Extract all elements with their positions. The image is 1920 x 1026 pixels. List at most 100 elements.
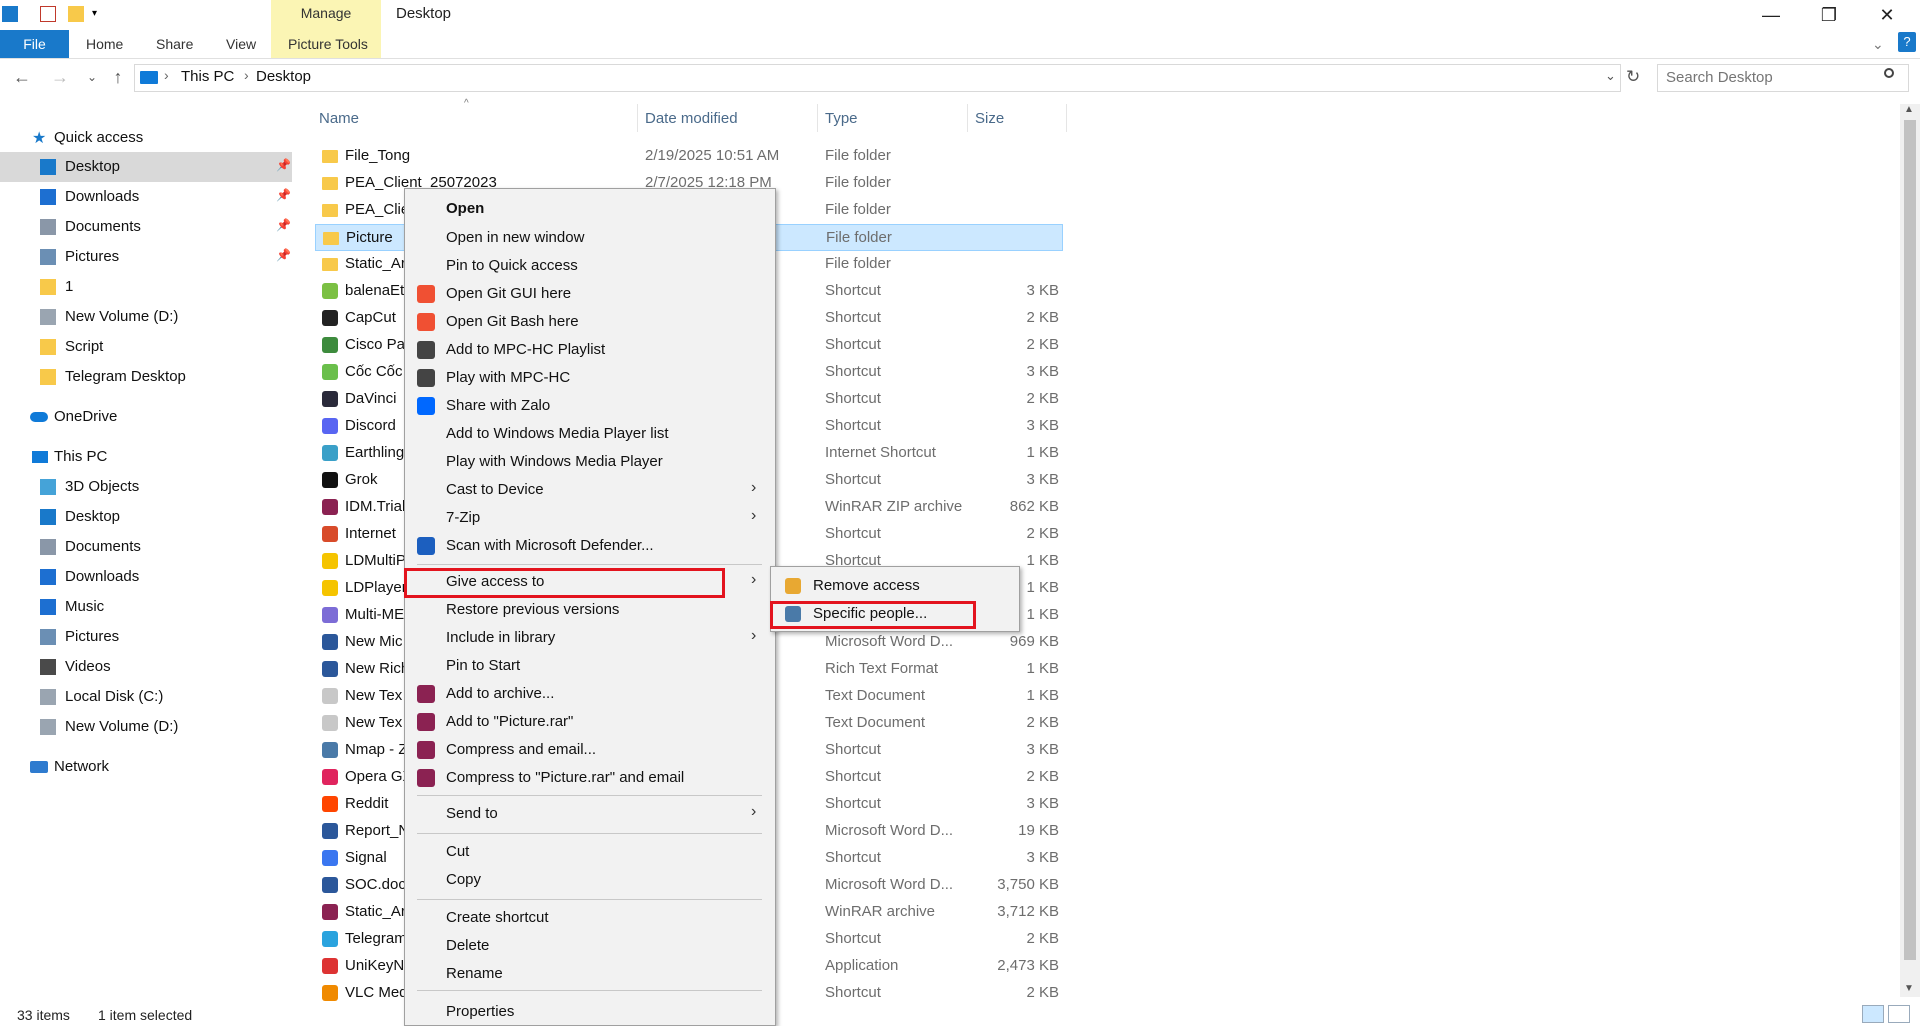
tab-home[interactable]: Home [86,30,123,58]
menu-item-label: Pin to Quick access [446,257,578,274]
maximize-button[interactable]: ❐ [1800,0,1858,30]
menu-item-scan-with-microsoft-defender[interactable]: Scan with Microsoft Defender... [405,532,775,560]
recent-locations-icon[interactable]: ⌄ [80,66,104,90]
menu-item-label: Scan with Microsoft Defender... [446,537,654,554]
nav-item-videos[interactable]: Videos [0,652,292,682]
nav-onedrive[interactable]: OneDrive [0,402,292,432]
file-name: Signal [345,849,387,866]
search-icon[interactable] [1884,68,1894,78]
nav-item-new-volume-d-[interactable]: New Volume (D:) [0,302,292,332]
refresh-icon[interactable]: ↻ [1626,67,1640,87]
nav-item-new-volume-d-[interactable]: New Volume (D:) [0,712,292,742]
menu-item-add-to-picture-rar[interactable]: Add to "Picture.rar" [405,708,775,736]
column-header-date[interactable]: Date modified [645,110,738,127]
forward-button[interactable]: → [48,66,72,90]
menu-item-cast-to-device[interactable]: Cast to Device › [405,476,775,504]
nav-quick-access[interactable]: ★ Quick access [0,123,292,153]
tab-picture-tools[interactable]: Picture Tools [288,30,368,58]
menu-item-open-git-gui-here[interactable]: Open Git GUI here [405,280,775,308]
details-view-icon[interactable] [1862,1005,1884,1023]
nav-item-local-disk-c-[interactable]: Local Disk (C:) [0,682,292,712]
nav-item-3d-objects[interactable]: 3D Objects [0,472,292,502]
menu-item-copy[interactable]: Copy [405,866,775,894]
column-divider[interactable] [1066,104,1067,132]
minimize-button[interactable]: — [1742,0,1800,30]
address-bar[interactable] [134,64,1621,92]
submenu-item-remove-access[interactable]: Remove access [771,572,1019,600]
column-header-size[interactable]: Size [975,110,1004,127]
nav-item-pictures[interactable]: Pictures 📌 [0,242,292,272]
menu-item-open-in-new-window[interactable]: Open in new window [405,224,775,252]
scrollbar-thumb[interactable] [1904,120,1916,960]
column-divider[interactable] [967,104,968,132]
breadcrumb-separator[interactable]: › [164,67,169,83]
nav-item-script[interactable]: Script [0,332,292,362]
breadcrumb-separator[interactable]: › [244,67,249,83]
tab-file[interactable]: File [0,30,69,58]
menu-item-open[interactable]: Open [405,195,775,223]
new-folder-icon[interactable] [68,6,84,22]
nav-item-telegram-desktop[interactable]: Telegram Desktop [0,362,292,392]
nav-item-music[interactable]: Music [0,592,292,622]
menu-item-play-with-windows-media-player[interactable]: Play with Windows Media Player [405,448,775,476]
scroll-down-icon[interactable]: ▼ [1904,983,1914,994]
file-type: WinRAR ZIP archive [825,498,963,515]
nav-this-pc[interactable]: This PC [0,442,292,472]
internet-icon [322,526,338,542]
menu-item-play-with-mpc-hc[interactable]: Play with MPC-HC [405,364,775,392]
breadcrumb-desktop[interactable]: Desktop [256,68,311,85]
nav-item-desktop[interactable]: Desktop [0,502,292,532]
drive-icon [40,719,56,735]
tab-view[interactable]: View [226,30,256,58]
menu-item-create-shortcut[interactable]: Create shortcut [405,904,775,932]
nav-item-desktop[interactable]: Desktop 📌 [0,152,292,182]
nav-item-1[interactable]: 1 [0,272,292,302]
menu-item-cut[interactable]: Cut [405,838,775,866]
menu-item-add-to-mpc-hc-playlist[interactable]: Add to MPC-HC Playlist [405,336,775,364]
menu-item-restore-previous-versions[interactable]: Restore previous versions [405,596,775,624]
menu-item-pin-to-quick-access[interactable]: Pin to Quick access [405,252,775,280]
menu-item-open-git-bash-here[interactable]: Open Git Bash here [405,308,775,336]
close-button[interactable]: ✕ [1858,0,1916,30]
menu-item-compress-to-picture-rar-and-email[interactable]: Compress to "Picture.rar" and email [405,764,775,792]
menu-item-delete[interactable]: Delete [405,932,775,960]
column-divider[interactable] [637,104,638,132]
nav-item-documents[interactable]: Documents [0,532,292,562]
file-size: 1 KB [1026,579,1059,596]
nav-network[interactable]: Network [0,752,292,782]
mpc-icon [417,341,435,359]
menu-item-share-with-zalo[interactable]: Share with Zalo [405,392,775,420]
menu-item-pin-to-start[interactable]: Pin to Start [405,652,775,680]
customize-quick-access-icon[interactable]: ▾ [92,6,108,22]
column-divider[interactable] [817,104,818,132]
file-name: VLC Med [345,984,408,1001]
column-header-name[interactable]: Name [319,110,359,127]
large-icons-view-icon[interactable] [1888,1005,1910,1023]
help-icon[interactable]: ? [1898,32,1916,52]
manage-contextual-tab[interactable]: Manage [271,5,381,21]
menu-item-send-to[interactable]: Send to › [405,800,775,828]
back-button[interactable]: ← [10,66,34,90]
menu-item-add-to-archive[interactable]: Add to archive... [405,680,775,708]
tab-share[interactable]: Share [156,30,193,58]
address-dropdown-icon[interactable]: ⌄ [1605,68,1616,84]
menu-item-include-in-library[interactable]: Include in library › [405,624,775,652]
nav-item-pictures[interactable]: Pictures [0,622,292,652]
scroll-up-icon[interactable]: ▲ [1904,104,1914,115]
nav-item-downloads[interactable]: Downloads 📌 [0,182,292,212]
expand-ribbon-icon[interactable]: ⌄ [1872,30,1884,58]
properties-icon[interactable] [40,6,56,22]
nav-item-downloads[interactable]: Downloads [0,562,292,592]
menu-item-compress-and-email[interactable]: Compress and email... [405,736,775,764]
file-row[interactable]: File_Tong 2/19/2025 10:51 AM File folder [315,143,1063,170]
breadcrumb-this-pc[interactable]: This PC [181,68,234,85]
file-size: 2 KB [1026,309,1059,326]
column-header-type[interactable]: Type [825,110,858,127]
menu-item-properties[interactable]: Properties [405,998,775,1026]
menu-item-add-to-windows-media-player-list[interactable]: Add to Windows Media Player list [405,420,775,448]
search-input[interactable] [1664,68,1868,87]
menu-item-rename[interactable]: Rename [405,960,775,988]
nav-item-documents[interactable]: Documents 📌 [0,212,292,242]
menu-item-7-zip[interactable]: 7-Zip › [405,504,775,532]
up-button[interactable]: ↑ [106,66,130,90]
